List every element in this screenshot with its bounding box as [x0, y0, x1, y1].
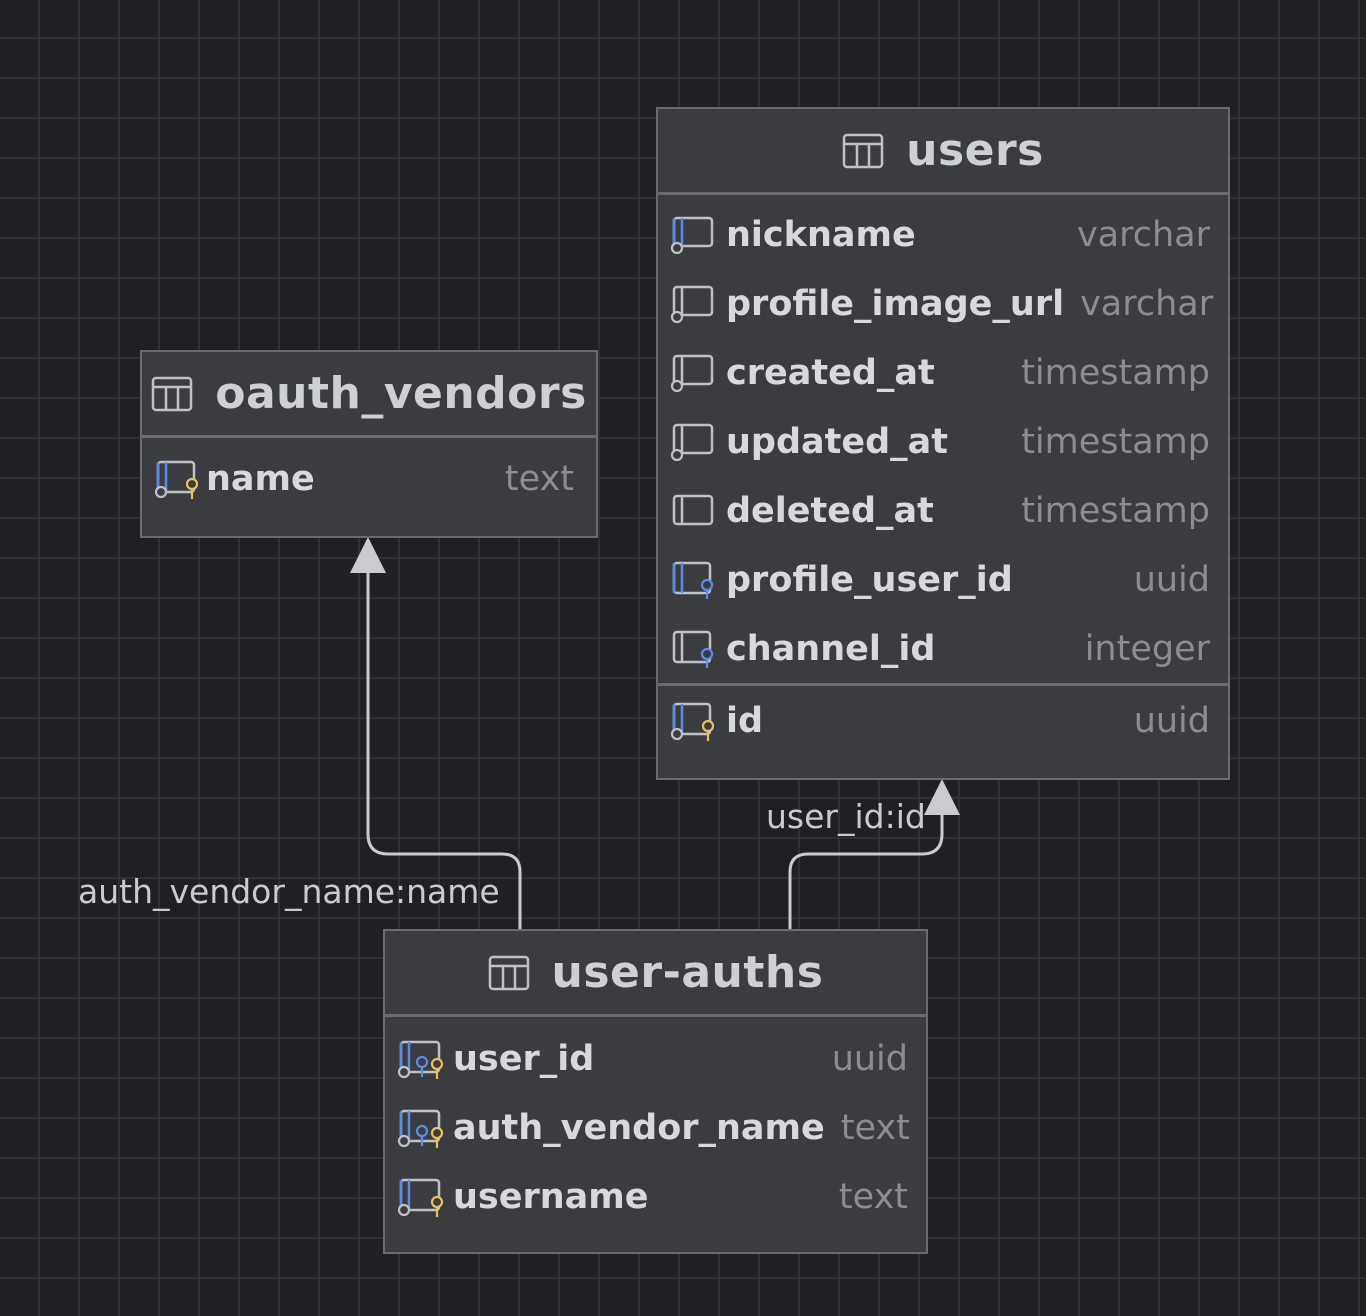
table-title: oauth_vendors — [215, 368, 587, 419]
column-nullable-icon — [670, 216, 714, 254]
column-row[interactable]: auth_vendor_name text — [385, 1093, 926, 1162]
column-type: uuid — [831, 1038, 908, 1079]
relation-label: user_id:id — [766, 797, 926, 836]
table-icon — [151, 376, 193, 411]
table-header[interactable]: user-auths — [385, 931, 926, 1017]
column-row[interactable]: profile_image_url varchar — [658, 269, 1228, 338]
column-row[interactable]: name text — [142, 444, 596, 513]
column-nullable-icon — [670, 354, 714, 392]
column-nullable-icon — [670, 285, 714, 323]
column-name: channel_id — [726, 628, 936, 669]
column-name: profile_user_id — [726, 559, 1013, 600]
column-row[interactable]: nickname varchar — [658, 200, 1228, 269]
column-type: timestamp — [1021, 490, 1210, 531]
column-icon — [672, 494, 714, 525]
column-row[interactable]: user_id uuid — [385, 1024, 926, 1093]
column-row[interactable]: deleted_at timestamp — [658, 476, 1228, 545]
column-row[interactable]: created_at timestamp — [658, 338, 1228, 407]
primary-foreign-key-icon — [397, 1109, 443, 1148]
column-type: varchar — [1076, 214, 1210, 255]
table-icon — [488, 955, 529, 990]
column-type: text — [504, 458, 574, 499]
relation-label: auth_vendor_name:name — [78, 872, 500, 911]
primary-key-icon — [397, 1178, 443, 1217]
column-row[interactable]: id uuid — [658, 686, 1228, 756]
table-title: user-auths — [551, 947, 824, 998]
column-type: integer — [1084, 628, 1210, 669]
primary-key-icon — [154, 460, 199, 499]
primary-foreign-key-icon — [397, 1040, 443, 1079]
column-name: profile_image_url — [726, 283, 1065, 324]
table-header[interactable]: oauth_vendors — [142, 352, 596, 438]
column-name: updated_at — [726, 421, 949, 462]
column-name: username — [453, 1176, 649, 1217]
relation-arrowhead — [924, 779, 960, 815]
column-row[interactable]: channel_id integer — [658, 614, 1228, 683]
column-name: nickname — [726, 214, 916, 255]
table-oauth-vendors[interactable]: oauth_vendors name text — [140, 350, 598, 538]
column-name: auth_vendor_name — [453, 1107, 825, 1148]
column-name: id — [726, 701, 764, 741]
table-title: users — [906, 125, 1044, 176]
table-header[interactable]: users — [658, 109, 1228, 195]
column-unique-icon — [672, 561, 714, 599]
table-icon — [842, 133, 884, 168]
column-row[interactable]: updated_at timestamp — [658, 407, 1228, 476]
column-type: text — [840, 1107, 910, 1148]
column-name: user_id — [453, 1038, 595, 1079]
column-row[interactable]: username text — [385, 1162, 926, 1231]
primary-key-icon — [670, 702, 715, 741]
column-nullable-icon — [670, 423, 714, 461]
column-type: text — [838, 1176, 908, 1217]
column-type: timestamp — [1021, 421, 1210, 462]
relation-arrowhead — [350, 537, 386, 573]
column-unique-icon — [672, 630, 714, 668]
column-type: timestamp — [1021, 352, 1210, 393]
column-name: created_at — [726, 352, 935, 393]
column-type: uuid — [1133, 559, 1210, 600]
column-row[interactable]: profile_user_id uuid — [658, 545, 1228, 614]
table-users[interactable]: users nickname varchar profile_image_url… — [656, 107, 1230, 780]
column-name: name — [206, 458, 315, 499]
column-type: varchar — [1080, 283, 1214, 324]
column-type: uuid — [1133, 701, 1210, 741]
column-name: deleted_at — [726, 490, 934, 531]
table-user-auths[interactable]: user-auths user_id uuid auth_vendor_name — [383, 929, 928, 1254]
